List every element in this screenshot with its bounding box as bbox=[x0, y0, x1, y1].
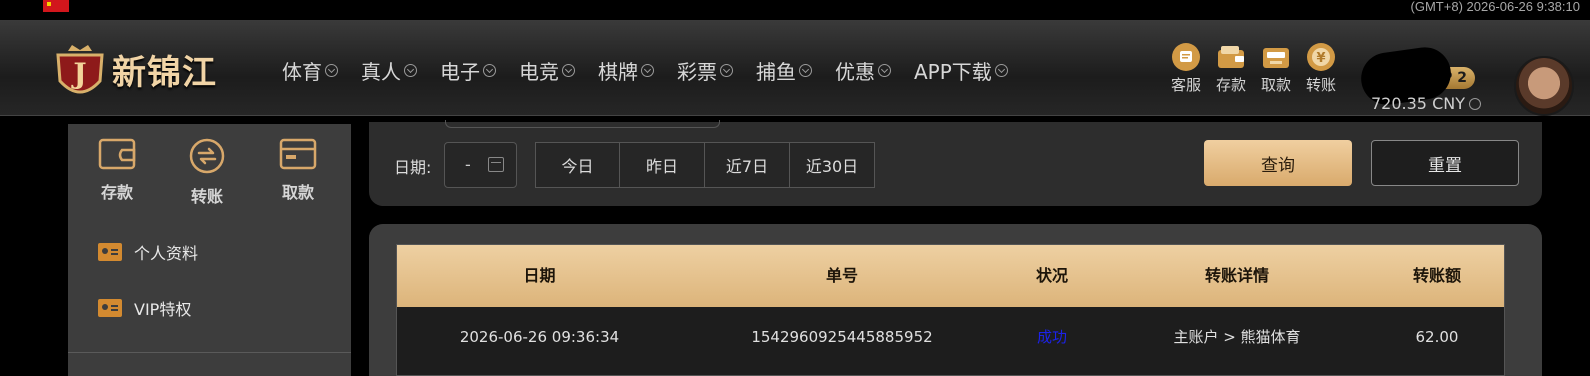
nav-label: 捕鱼 bbox=[756, 60, 796, 84]
chevron-down-icon bbox=[878, 64, 891, 77]
column-header-amount: 转账额 bbox=[1412, 266, 1461, 285]
nav-label: 彩票 bbox=[677, 60, 717, 84]
chat-icon bbox=[1172, 43, 1200, 71]
sidebar-item-label: VIP特权 bbox=[134, 300, 192, 319]
collapsed-field-edge bbox=[445, 120, 720, 128]
range-yesterday-button[interactable]: 昨日 bbox=[619, 142, 705, 188]
nav-item-esports[interactable]: 电竞 bbox=[519, 56, 575, 85]
transfer-icon bbox=[189, 138, 225, 174]
cell-status: 成功 bbox=[1036, 328, 1067, 346]
id-card-icon bbox=[98, 299, 122, 317]
main-nav: 体育 真人 电子 电竞 棋牌 彩票 捕鱼 优惠 APP下载 bbox=[282, 56, 1031, 85]
sidebar-withdraw-button[interactable]: 取款 bbox=[273, 138, 323, 203]
brand-name: 新锦江 bbox=[112, 53, 217, 93]
balance-amount: 720.35 CNY bbox=[1371, 94, 1465, 113]
user-avatar[interactable] bbox=[1514, 56, 1574, 116]
range-7days-button[interactable]: 近7日 bbox=[704, 142, 790, 188]
table-header: 日期 单号 状况 转账详情 转账额 bbox=[397, 245, 1504, 307]
nav-label: APP下载 bbox=[914, 60, 992, 84]
svg-text:¥: ¥ bbox=[1316, 51, 1325, 66]
card-icon bbox=[279, 138, 317, 170]
column-header-date: 日期 bbox=[523, 266, 556, 285]
chevron-down-icon bbox=[483, 64, 496, 77]
account-sidebar: 存款 转账 取款 个人资料 VIP特权 bbox=[68, 124, 351, 376]
nav-label: 体育 bbox=[282, 60, 322, 84]
nav-label: 优惠 bbox=[835, 60, 875, 84]
sidebar-action-label: 存款 bbox=[100, 183, 133, 202]
column-header-status: 状况 bbox=[1035, 266, 1068, 285]
date-range-buttons: 今日 昨日 近7日 近30日 bbox=[535, 142, 875, 188]
nav-item-app-download[interactable]: APP下载 bbox=[914, 56, 1008, 85]
sidebar-divider bbox=[68, 352, 351, 353]
nav-item-live[interactable]: 真人 bbox=[361, 56, 417, 85]
cell-amount: 62.00 bbox=[1415, 328, 1459, 346]
nav-item-slots[interactable]: 电子 bbox=[440, 56, 496, 85]
wallet-icon bbox=[1218, 46, 1244, 68]
chevron-down-icon bbox=[325, 64, 338, 77]
id-card-icon bbox=[98, 243, 122, 261]
chevron-down-icon bbox=[404, 64, 417, 77]
atm-icon bbox=[1263, 48, 1289, 68]
date-range-value: - bbox=[465, 155, 471, 174]
nav-label: 棋牌 bbox=[598, 60, 638, 84]
quick-action-label: 转账 bbox=[1305, 76, 1336, 94]
reset-button[interactable]: 重置 bbox=[1371, 140, 1519, 186]
sidebar-item-vip[interactable]: VIP特权 bbox=[98, 296, 191, 320]
column-header-order-id: 单号 bbox=[825, 266, 858, 285]
range-today-button[interactable]: 今日 bbox=[535, 142, 620, 188]
cell-order-id: 1542960925445885952 bbox=[751, 328, 933, 346]
quick-action-label: 客服 bbox=[1170, 76, 1201, 94]
quick-action-label: 取款 bbox=[1260, 76, 1291, 94]
sidebar-transfer-button[interactable]: 转账 bbox=[182, 138, 232, 207]
sidebar-action-label: 取款 bbox=[281, 183, 314, 202]
nav-item-promotions[interactable]: 优惠 bbox=[835, 56, 891, 85]
chevron-down-icon bbox=[799, 64, 812, 77]
chevron-down-icon bbox=[641, 64, 654, 77]
balance-display[interactable]: 720.35 CNY bbox=[1371, 94, 1481, 113]
nav-item-sports[interactable]: 体育 bbox=[282, 56, 338, 85]
chevron-down-icon bbox=[1468, 97, 1481, 110]
transfer-button[interactable]: ¥ 转账 bbox=[1301, 42, 1341, 95]
transfer-records-table: 日期 单号 状况 转账详情 转账额 2026-06-26 09:36:34 15… bbox=[396, 244, 1505, 376]
customer-service-button[interactable]: 客服 bbox=[1166, 42, 1206, 95]
server-time: (GMT+8) 2026-06-26 9:38:10 bbox=[1410, 0, 1580, 14]
top-strip: (GMT+8) 2026-06-26 9:38:10 bbox=[0, 0, 1590, 20]
sidebar-item-label: 个人资料 bbox=[134, 244, 199, 263]
date-label: 日期: bbox=[394, 158, 432, 177]
nav-item-fishing[interactable]: 捕鱼 bbox=[756, 56, 812, 85]
query-button[interactable]: 查询 bbox=[1204, 140, 1352, 186]
svg-text:J: J bbox=[70, 57, 86, 90]
range-30days-button[interactable]: 近30日 bbox=[789, 142, 875, 188]
calendar-icon bbox=[488, 157, 504, 172]
site-header: J 新锦江 体育 真人 电子 电竞 棋牌 彩票 捕鱼 优惠 APP下载 客服 存… bbox=[0, 20, 1590, 116]
chevron-down-icon bbox=[562, 64, 575, 77]
sidebar-deposit-button[interactable]: 存款 bbox=[92, 138, 142, 203]
nav-item-chess[interactable]: 棋牌 bbox=[598, 56, 654, 85]
filter-panel: 日期: - 今日 昨日 近7日 近30日 查询 重置 bbox=[369, 120, 1542, 206]
cell-details: 主账户 > 熊猫体育 bbox=[1173, 328, 1301, 346]
nav-label: 电竞 bbox=[519, 60, 559, 84]
sidebar-item-profile[interactable]: 个人资料 bbox=[98, 240, 198, 264]
nav-item-lottery[interactable]: 彩票 bbox=[677, 56, 733, 85]
nav-label: 真人 bbox=[361, 60, 401, 84]
crown-shield-icon: J bbox=[56, 45, 104, 94]
cell-date: 2026-06-26 09:36:34 bbox=[459, 328, 620, 346]
chevron-down-icon bbox=[720, 64, 733, 77]
nav-label: 电子 bbox=[440, 60, 480, 84]
site-logo[interactable]: J 新锦江 bbox=[50, 33, 245, 105]
column-header-details: 转账详情 bbox=[1204, 266, 1269, 285]
exchange-icon: ¥ bbox=[1307, 43, 1335, 71]
china-flag-icon[interactable] bbox=[43, 0, 69, 12]
date-range-input[interactable]: - bbox=[444, 142, 517, 188]
sidebar-action-label: 转账 bbox=[190, 187, 223, 206]
withdraw-button[interactable]: 取款 bbox=[1256, 42, 1296, 95]
wallet-icon bbox=[98, 138, 136, 170]
quick-action-label: 存款 bbox=[1215, 76, 1246, 94]
chevron-down-icon bbox=[994, 64, 1008, 77]
deposit-button[interactable]: 存款 bbox=[1211, 42, 1251, 95]
records-panel: 日期 单号 状况 转账详情 转账额 2026-06-26 09:36:34 15… bbox=[369, 224, 1542, 376]
